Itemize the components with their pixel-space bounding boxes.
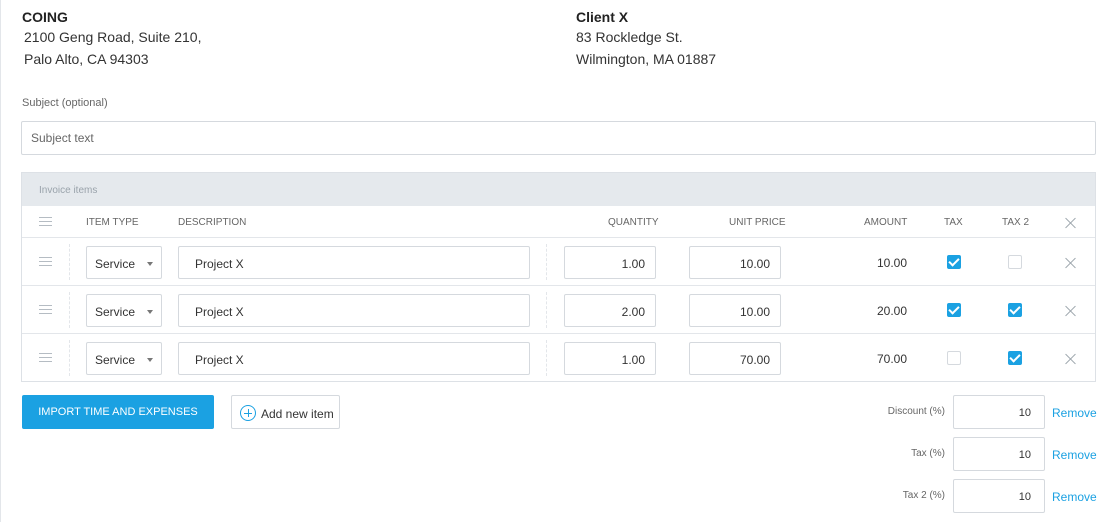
client-name: Client X [576, 9, 629, 25]
chevron-down-icon [147, 358, 153, 362]
chevron-down-icon [147, 310, 153, 314]
client-address-block: Client X 83 Rockledge St. Wilmington, MA… [576, 8, 716, 70]
column-header-tax2: TAX 2 [1002, 217, 1030, 228]
close-icon[interactable] [1065, 305, 1076, 316]
sender-address-line: 2100 Geng Road, Suite 210, [24, 29, 202, 45]
client-address-line: 83 Rockledge St. [576, 29, 683, 45]
quantity-input[interactable]: 2.00 [564, 294, 656, 327]
unit-price-input[interactable]: 10.00 [689, 246, 781, 279]
tax2-label: Tax 2 (%) [902, 490, 945, 501]
drag-handle-icon[interactable] [39, 257, 52, 266]
table-row: Service Project X 2.00 10.00 20.00 [22, 286, 1095, 334]
plus-circle-icon [240, 405, 256, 421]
client-address-line: Wilmington, MA 01887 [576, 51, 717, 67]
table-header-row: ITEM TYPE DESCRIPTION QUANTITY UNIT PRIC… [22, 206, 1095, 238]
item-type-select[interactable]: Service [86, 246, 162, 279]
unit-price-input[interactable]: 70.00 [689, 342, 781, 375]
tax2-input[interactable]: 10 [953, 479, 1045, 513]
item-type-value: Service [95, 257, 136, 271]
tax-label: Tax (%) [911, 448, 945, 459]
tax2-checkbox[interactable] [1008, 351, 1022, 365]
close-icon[interactable] [1065, 353, 1076, 364]
close-icon[interactable] [1065, 257, 1076, 268]
subject-label: Subject (optional) [22, 97, 108, 109]
column-divider [69, 244, 70, 280]
discount-input[interactable]: 10 [953, 395, 1045, 429]
quantity-input[interactable]: 1.00 [564, 246, 656, 279]
drag-handle-icon[interactable] [39, 353, 52, 362]
column-header-quantity: QUANTITY [608, 217, 659, 228]
add-new-item-button[interactable]: Add new item [231, 395, 340, 429]
table-row: Service Project X 1.00 10.00 10.00 [22, 238, 1095, 286]
tax-checkbox[interactable] [947, 255, 961, 269]
quantity-input[interactable]: 1.00 [564, 342, 656, 375]
column-divider [69, 340, 70, 376]
item-type-value: Service [95, 353, 136, 367]
column-header-amount: AMOUNT [864, 217, 908, 228]
description-input[interactable]: Project X [178, 342, 530, 375]
remove-tax2-link[interactable]: Remove [1052, 490, 1097, 504]
amount-value: 70.00 [876, 352, 907, 366]
column-divider [69, 292, 70, 328]
column-divider [546, 340, 547, 376]
amount-value: 10.00 [876, 256, 907, 270]
add-new-item-label: Add new item [261, 407, 334, 421]
chevron-down-icon [147, 262, 153, 266]
item-type-select[interactable]: Service [86, 342, 162, 375]
amount-value: 20.00 [876, 304, 907, 318]
column-header-description: DESCRIPTION [178, 217, 247, 228]
column-divider [546, 244, 547, 280]
invoice-items-title: Invoice items [22, 173, 1095, 206]
drag-handle-icon [39, 217, 52, 226]
tax2-checkbox[interactable] [1008, 255, 1022, 269]
sender-name: COING [22, 9, 68, 25]
sender-address-line: Palo Alto, CA 94303 [24, 51, 149, 67]
discount-label: Discount (%) [887, 406, 945, 417]
item-type-select[interactable]: Service [86, 294, 162, 327]
close-icon[interactable] [1065, 217, 1076, 228]
column-header-tax: TAX [944, 217, 963, 228]
remove-tax-link[interactable]: Remove [1052, 448, 1097, 462]
subject-input[interactable] [21, 121, 1096, 155]
table-row: Service Project X 1.00 70.00 70.00 [22, 334, 1095, 382]
content-left-border [0, 0, 5, 522]
unit-price-input[interactable]: 10.00 [689, 294, 781, 327]
description-input[interactable]: Project X [178, 294, 530, 327]
column-header-unit-price: UNIT PRICE [729, 217, 786, 228]
remove-discount-link[interactable]: Remove [1052, 406, 1097, 420]
tax-checkbox[interactable] [947, 303, 961, 317]
tax2-checkbox[interactable] [1008, 303, 1022, 317]
tax-input[interactable]: 10 [953, 437, 1045, 471]
tax-checkbox[interactable] [947, 351, 961, 365]
sender-address-block: COING 2100 Geng Road, Suite 210, Palo Al… [22, 8, 201, 70]
item-type-value: Service [95, 305, 136, 319]
column-header-item-type: ITEM TYPE [86, 217, 139, 228]
column-divider [546, 292, 547, 328]
import-time-and-expenses-button[interactable]: IMPORT TIME AND EXPENSES [22, 395, 214, 429]
description-input[interactable]: Project X [178, 246, 530, 279]
drag-handle-icon[interactable] [39, 305, 52, 314]
invoice-items-table: Invoice items ITEM TYPE DESCRIPTION QUAN… [21, 172, 1096, 382]
